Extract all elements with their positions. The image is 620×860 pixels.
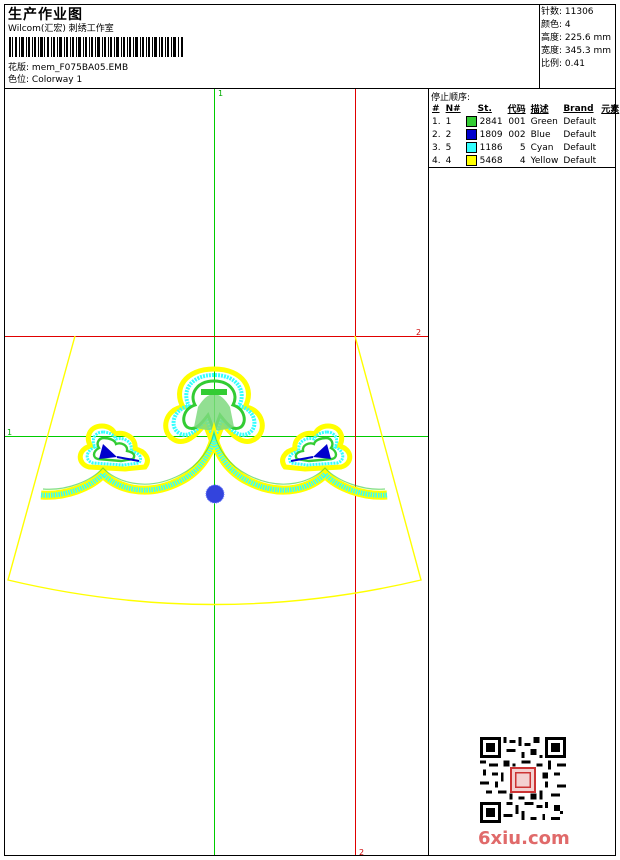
stop-brand: Default (563, 129, 597, 140)
col-brand: Brand (563, 103, 594, 114)
col-stitches: St. (477, 103, 492, 114)
stop-row: 2. 2 1809 002 Blue Default (430, 128, 620, 141)
barcode (9, 37, 183, 57)
stop-needle: 1 (445, 116, 452, 127)
stitch-count-value: 2841 (479, 117, 503, 127)
stop-index: 1. (432, 116, 441, 127)
stop-brand: Default (563, 142, 597, 153)
stop-description: Yellow (530, 155, 559, 166)
design-file-row: 花版: mem_F075BA05.EMB (8, 63, 128, 74)
stop-stitches: 1809 (464, 128, 506, 141)
design-canvas: 1 1 2 2 (5, 89, 428, 855)
guide-label-left: 1 (7, 428, 12, 437)
stop-code: 5 (519, 142, 526, 153)
col-element: 元素 (601, 105, 620, 115)
stop-needle: 2 (445, 129, 452, 140)
stop-row: 1. 1 2841 001 Green Default (430, 115, 620, 128)
color-swatch (465, 142, 477, 153)
colorway-row: 色位: Colorway 1 (8, 75, 82, 86)
qr-code (480, 737, 566, 823)
design-scale: 比例: 0.41 (541, 59, 585, 69)
stop-element (599, 141, 620, 154)
stop-code: 4 (519, 155, 526, 166)
color-swatch (465, 155, 477, 166)
col-code: 代码 (507, 105, 526, 115)
stitch-count-value: 5468 (479, 156, 503, 166)
panel-divider (428, 88, 429, 856)
stop-row: 4. 4 5468 4 Yellow Default (430, 154, 620, 167)
right-motif (280, 423, 353, 472)
stop-brand: Default (563, 155, 597, 166)
stop-code: 001 (508, 116, 526, 127)
guide-label-bottom: 2 (359, 848, 364, 855)
guide-label-top: 1 (218, 89, 223, 98)
stop-sequence-table: # N# St. 代码 描述 Brand 元素 1. 1 2841 001 Green D… (430, 102, 620, 167)
stop-row: 3. 5 1186 5 Cyan Default (430, 141, 620, 154)
stop-stitches: 2841 (464, 115, 506, 128)
stop-needle: 4 (445, 155, 452, 166)
stop-element (599, 128, 620, 141)
colorway-label: 色位: (8, 75, 30, 85)
watermark-text: 6xiu.com (478, 828, 570, 849)
color-swatch (465, 116, 477, 127)
company-name: Wilcom(汇宏) 刺绣工作室 (8, 24, 114, 34)
stop-element (599, 154, 620, 167)
design-file-name: mem_F075BA05.EMB (31, 63, 129, 73)
stop-index: 3. (432, 142, 441, 153)
blue-dot (206, 485, 224, 503)
stop-table-header: # N# St. 代码 描述 Brand 元素 (430, 102, 620, 116)
info-divider (539, 4, 540, 88)
color-swatch (465, 129, 477, 140)
page-title: 生产作业图 (8, 7, 83, 23)
stop-index: 2. (432, 129, 441, 140)
design-width: 宽度: 345.3 mm (541, 46, 612, 56)
stitch-count: 针数: 11306 (541, 7, 594, 17)
stop-description: Green (530, 116, 558, 127)
stitch-count-value: 1809 (479, 130, 503, 140)
stop-stitches: 5468 (464, 154, 506, 167)
stop-description: Cyan (530, 142, 554, 153)
colorway-name: Colorway 1 (31, 75, 83, 85)
stitch-count-value: 1186 (479, 143, 503, 153)
stop-index: 4. (432, 155, 441, 166)
left-motif (77, 423, 150, 472)
guide-label-right: 2 (416, 328, 421, 337)
design-height: 高度: 225.6 mm (541, 33, 612, 43)
design-label: 花版: (8, 63, 30, 73)
col-description: 描述 (530, 105, 549, 115)
stop-brand: Default (563, 116, 597, 127)
stop-description: Blue (530, 129, 551, 140)
col-needle: N# (445, 103, 461, 114)
stop-stitches: 1186 (464, 141, 506, 154)
col-index: # (432, 103, 440, 114)
stop-code: 002 (508, 129, 526, 140)
color-count: 颜色: 4 (541, 20, 571, 30)
stop-element (599, 115, 620, 128)
stops-divider (428, 167, 616, 168)
design-info: 针数: 11306 颜色: 4 高度: 225.6 mm 宽度: 345.3 m… (541, 6, 611, 71)
stop-needle: 5 (445, 142, 452, 153)
